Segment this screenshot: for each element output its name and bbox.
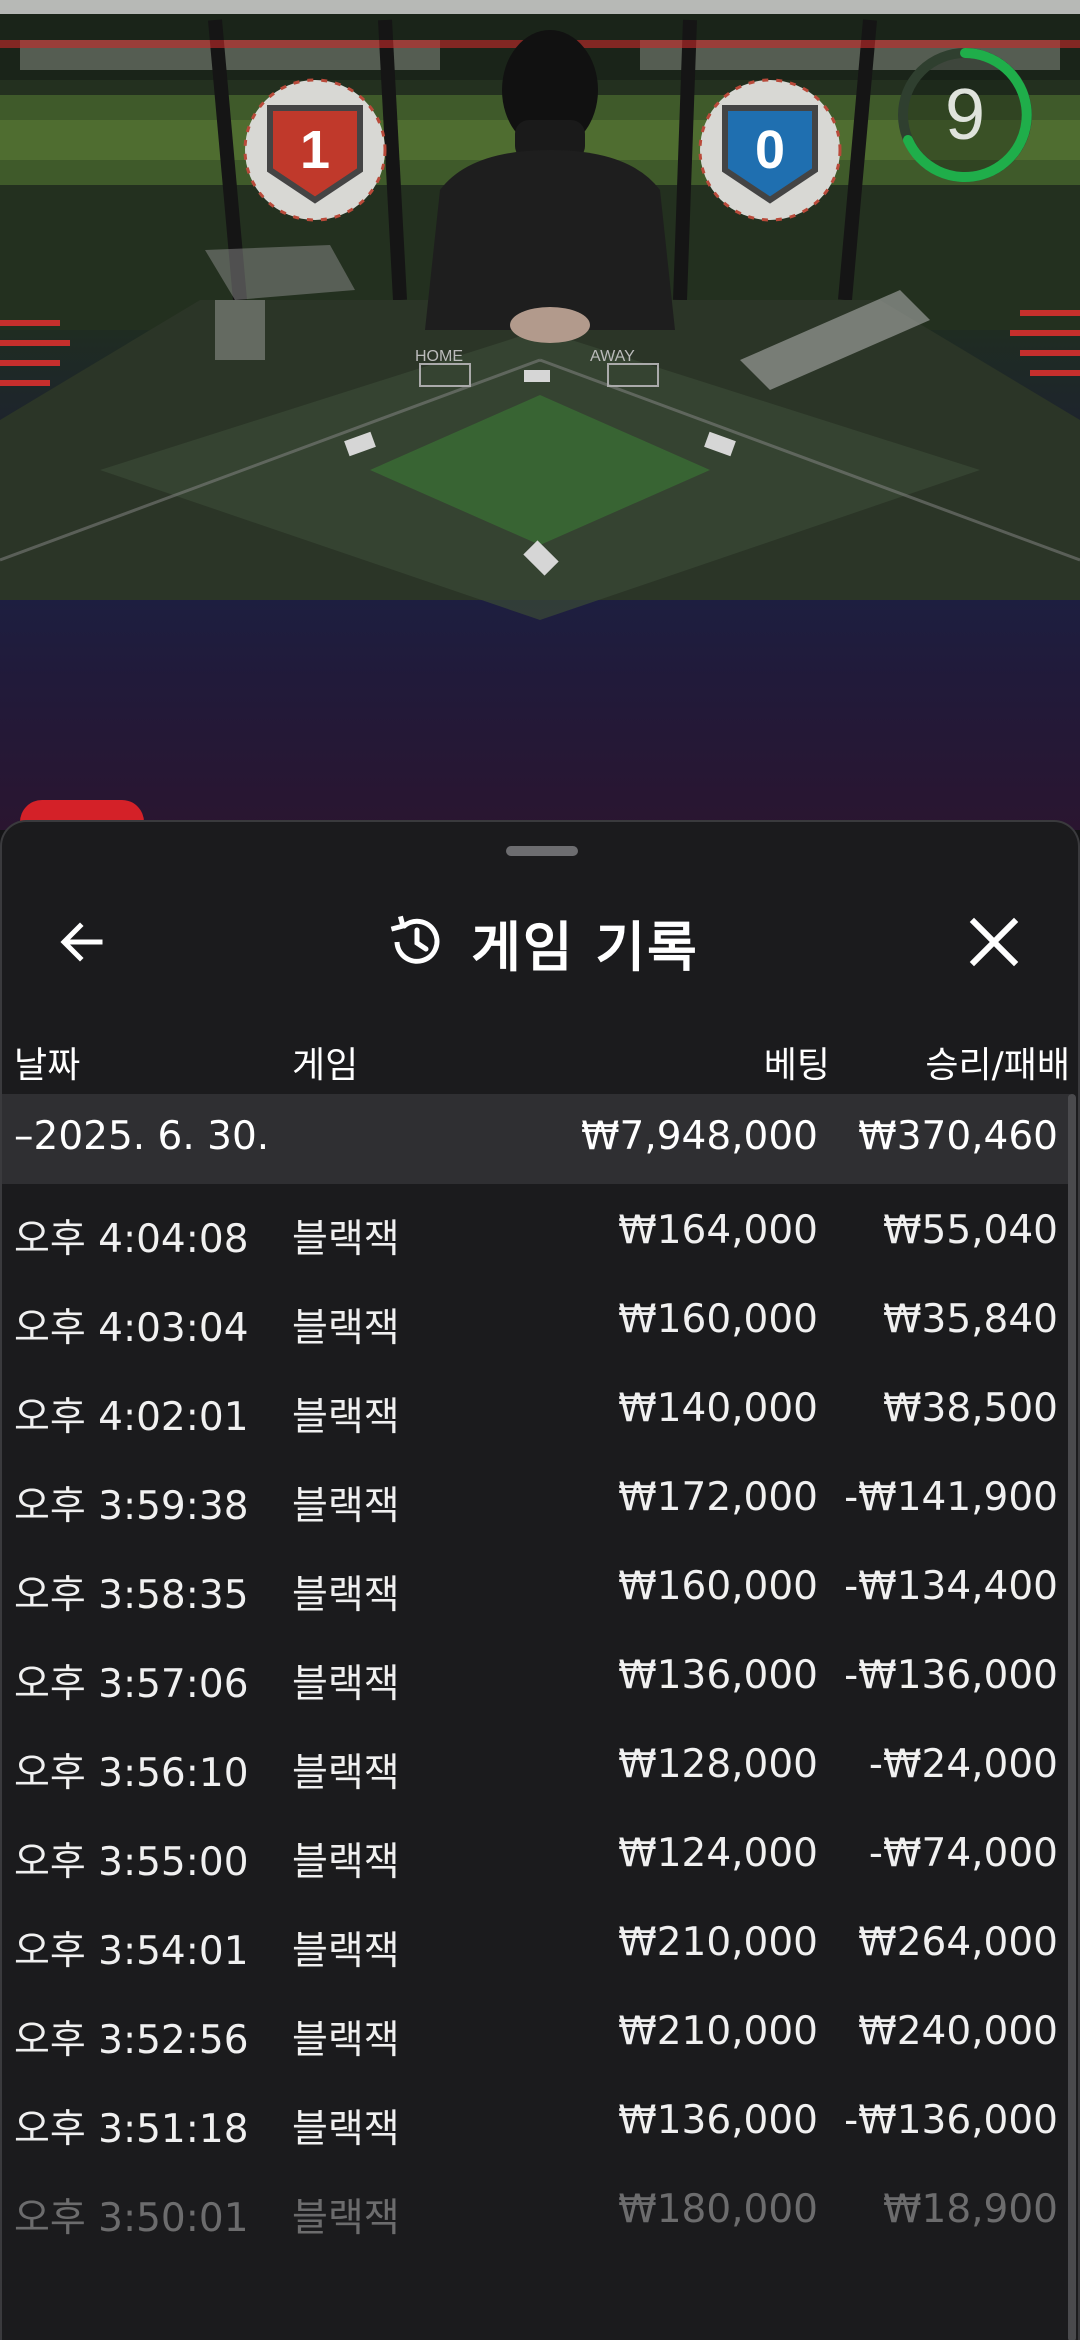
table-row[interactable]: 오후 3:50:01 블랙잭 ₩180,000 ₩18,900 — [2, 2163, 1070, 2252]
row-win-loss: ₩18,900 — [882, 2187, 1058, 2232]
back-button[interactable] — [42, 902, 122, 982]
day-summary-row[interactable]: –2025. 6. 30. ₩7,948,000 ₩370,460 — [2, 1094, 1070, 1184]
row-win-loss: -₩134,400 — [844, 1564, 1058, 1609]
row-win-loss: ₩38,500 — [882, 1386, 1058, 1431]
row-game: 블랙잭 — [292, 2018, 400, 2063]
row-win-loss: -₩136,000 — [844, 1653, 1058, 1698]
close-button[interactable] — [954, 902, 1034, 982]
table-header: 날짜 게임 베팅 승리/패배 — [2, 1022, 1078, 1092]
row-win-loss: ₩35,840 — [882, 1297, 1058, 1342]
column-header-bet[interactable]: 베팅 — [764, 1036, 830, 1088]
row-bet: ₩124,000 — [618, 1831, 818, 1876]
close-icon — [969, 917, 1019, 967]
row-bet: ₩128,000 — [618, 1742, 818, 1787]
row-win-loss: ₩240,000 — [858, 2009, 1058, 2054]
row-win-loss: -₩141,900 — [844, 1475, 1058, 1520]
row-game: 블랙잭 — [292, 1306, 400, 1351]
row-time: 오후 3:57:06 — [14, 1662, 249, 1707]
row-game: 블랙잭 — [292, 1929, 400, 1974]
history-scrollbar[interactable] — [1068, 1094, 1076, 2340]
row-bet: ₩164,000 — [618, 1208, 818, 1253]
row-time: 오후 4:04:08 — [14, 1217, 249, 1262]
table-row[interactable]: 오후 4:02:01 블랙잭 ₩140,000 ₩38,500 — [2, 1362, 1070, 1451]
table-row[interactable]: 오후 3:57:06 블랙잭 ₩136,000 -₩136,000 — [2, 1629, 1070, 1718]
row-time: 오후 3:55:00 — [14, 1840, 249, 1885]
row-bet: ₩172,000 — [618, 1475, 818, 1520]
table-row[interactable]: 오후 3:52:56 블랙잭 ₩210,000 ₩240,000 — [2, 1985, 1070, 2074]
history-scrollbar-thumb[interactable] — [1068, 1094, 1076, 2340]
column-header-game[interactable]: 게임 — [292, 1036, 358, 1088]
row-time: 오후 4:03:04 — [14, 1306, 249, 1351]
row-time: 오후 4:02:01 — [14, 1395, 249, 1440]
row-game: 블랙잭 — [292, 1217, 400, 1262]
countdown-value: 9 — [944, 75, 986, 155]
row-time: 오후 3:59:38 — [14, 1484, 249, 1529]
row-win-loss: -₩136,000 — [844, 2098, 1058, 2143]
row-game: 블랙잭 — [292, 1840, 400, 1885]
row-bet: ₩136,000 — [618, 1653, 818, 1698]
table-row[interactable]: 오후 3:51:18 블랙잭 ₩136,000 -₩136,000 — [2, 2074, 1070, 2163]
row-game: 블랙잭 — [292, 1484, 400, 1529]
arrow-left-icon — [60, 922, 103, 962]
column-header-win-loss[interactable]: 승리/패배 — [925, 1036, 1070, 1088]
day-summary-bet: ₩7,948,000 — [580, 1114, 818, 1159]
row-bet: ₩160,000 — [618, 1297, 818, 1342]
row-time: 오후 3:56:10 — [14, 1751, 249, 1796]
row-game: 블랙잭 — [292, 1751, 400, 1796]
day-summary-date: –2025. 6. 30. — [14, 1114, 270, 1159]
table-row[interactable]: 오후 3:54:01 블랙잭 ₩210,000 ₩264,000 — [2, 1896, 1070, 1985]
row-win-loss: ₩264,000 — [858, 1920, 1058, 1965]
table-row[interactable]: 오후 4:03:04 블랙잭 ₩160,000 ₩35,840 — [2, 1273, 1070, 1362]
home-label: HOME — [415, 348, 463, 365]
row-win-loss: ₩55,040 — [882, 1208, 1058, 1253]
sheet-drag-handle[interactable] — [506, 846, 578, 856]
row-game: 블랙잭 — [292, 2107, 400, 2152]
history-icon — [390, 915, 440, 964]
row-time: 오후 3:58:35 — [14, 1573, 249, 1618]
row-time: 오후 3:52:56 — [14, 2018, 249, 2063]
row-win-loss: -₩24,000 — [868, 1742, 1058, 1787]
live-video-stream: HOME AWAY 1 0 9 — [0, 0, 1080, 830]
sheet-title: 게임 기록 — [471, 915, 699, 979]
row-bet: ₩210,000 — [618, 2009, 818, 2054]
row-game: 블랙잭 — [292, 1662, 400, 1707]
countdown-timer: 9 — [890, 40, 1040, 190]
row-bet: ₩160,000 — [618, 1564, 818, 1609]
game-history-sheet: 게임 기록 날짜 게임 베팅 승리/패배 –2025. 6. 30. ₩7,94… — [0, 820, 1080, 2340]
column-header-date[interactable]: 날짜 — [14, 1036, 80, 1088]
home-score: 1 — [300, 120, 330, 180]
table-row[interactable]: 오후 4:04:08 블랙잭 ₩164,000 ₩55,040 — [2, 1184, 1070, 1273]
table-row[interactable]: 오후 3:56:10 블랙잭 ₩128,000 -₩24,000 — [2, 1718, 1070, 1807]
away-label: AWAY — [590, 348, 635, 365]
table-row[interactable]: 오후 3:59:38 블랙잭 ₩172,000 -₩141,900 — [2, 1451, 1070, 1540]
table-row[interactable]: 오후 3:58:35 블랙잭 ₩160,000 -₩134,400 — [2, 1540, 1070, 1629]
row-bet: ₩140,000 — [618, 1386, 818, 1431]
away-score-badge: 0 — [698, 78, 842, 222]
history-list: 오후 4:04:08 블랙잭 ₩164,000 ₩55,040 오후 4:03:04 블랙… — [2, 1184, 1070, 2252]
home-score-badge: 1 — [243, 78, 387, 222]
table-row[interactable]: 오후 3:55:00 블랙잭 ₩124,000 -₩74,000 — [2, 1807, 1070, 1896]
row-time: 오후 3:54:01 — [14, 1929, 249, 1974]
row-bet: ₩180,000 — [618, 2187, 818, 2232]
sheet-header: 게임 기록 — [2, 882, 1078, 1002]
row-win-loss: -₩74,000 — [868, 1831, 1058, 1876]
row-game: 블랙잭 — [292, 1395, 400, 1440]
day-summary-win-loss: ₩370,460 — [858, 1114, 1058, 1159]
row-game: 블랙잭 — [292, 1573, 400, 1618]
row-bet: ₩136,000 — [618, 2098, 818, 2143]
row-game: 블랙잭 — [292, 2196, 400, 2241]
row-time: 오후 3:50:01 — [14, 2196, 249, 2241]
row-time: 오후 3:51:18 — [14, 2107, 249, 2152]
row-bet: ₩210,000 — [618, 1920, 818, 1965]
away-score: 0 — [755, 120, 785, 180]
